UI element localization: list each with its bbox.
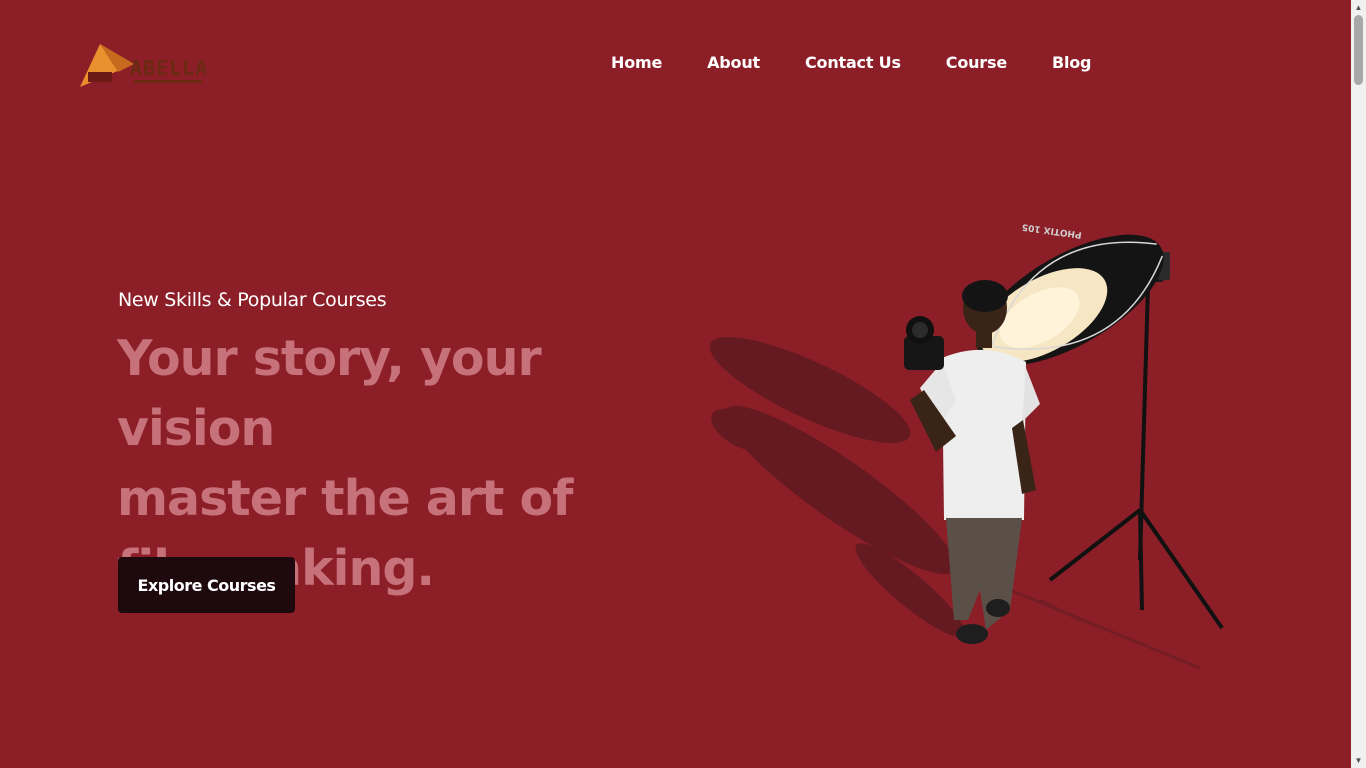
hero-subtitle: New Skills & Popular Courses [118, 289, 387, 311]
nav-course[interactable]: Course [946, 52, 1007, 74]
page-scrollbar[interactable]: ▲ ▼ [1351, 0, 1366, 768]
headline-line-1: Your story, your vision [117, 330, 542, 457]
nav-home[interactable]: Home [611, 52, 662, 74]
scroll-thumb[interactable] [1354, 15, 1363, 85]
stand-shadow [1009, 588, 1201, 670]
landing-page: ABELLA Home About Contact Us Course Blog… [0, 0, 1351, 768]
nav-about[interactable]: About [707, 52, 760, 74]
scroll-down-icon[interactable]: ▼ [1351, 753, 1366, 768]
logo-text: ABELLA [130, 56, 206, 80]
main-nav: Home About Contact Us Course Blog [611, 52, 1092, 74]
hero-illustration: PHOTIX 105 [680, 190, 1240, 680]
explore-courses-button[interactable]: Explore Courses [118, 557, 295, 613]
brand-logo[interactable]: ABELLA [78, 42, 206, 90]
headline-line-2: master the art of [117, 470, 573, 527]
nav-blog[interactable]: Blog [1052, 52, 1092, 74]
camera [904, 316, 944, 370]
softbox-label: PHOTIX 105 [1021, 221, 1082, 239]
nav-contact-us[interactable]: Contact Us [805, 52, 901, 74]
scroll-up-icon[interactable]: ▲ [1351, 0, 1366, 15]
